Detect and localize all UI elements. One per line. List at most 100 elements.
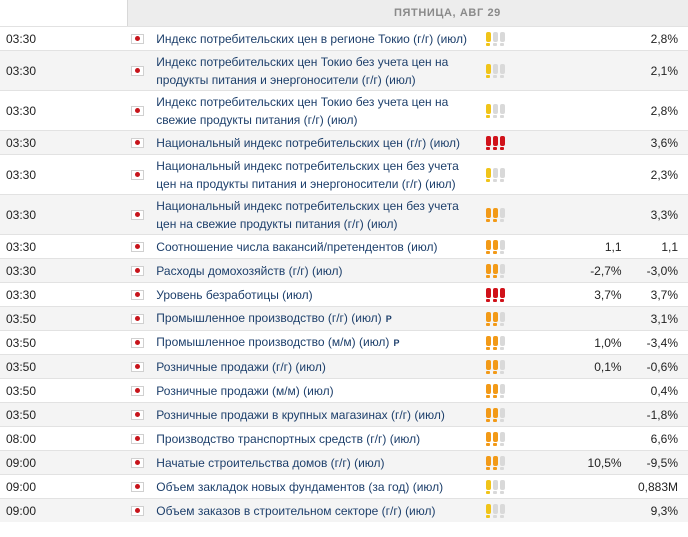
event-time: 03:30: [6, 207, 37, 222]
events-table: 03:30 Индекс потребительских цен в регион…: [0, 26, 688, 522]
previous-value: 0,883M: [637, 479, 678, 494]
japan-flag-icon: [130, 313, 144, 324]
event-time: 09:00: [6, 503, 37, 518]
importance-bang-icon: [485, 263, 491, 278]
table-row[interactable]: 09:00 Начатые строительства домов (г/г) (…: [0, 450, 688, 474]
event-name-cell[interactable]: Промышленное производство (г/г) (июл) P: [154, 309, 479, 328]
table-row[interactable]: 03:50 Розничные продажи (г/г) (июл) 0,1% -0…: [0, 354, 688, 378]
country-cell: [120, 169, 154, 180]
event-name[interactable]: Соотношение числа вакансий/претендентов …: [156, 240, 437, 254]
event-name[interactable]: Национальный индекс потребительских цен …: [156, 159, 458, 191]
event-time: 03:30: [6, 263, 37, 278]
event-name-cell[interactable]: Розничные продажи (г/г) (июл): [154, 358, 479, 376]
country-cell: [120, 457, 154, 468]
importance-bang-icon: [499, 383, 505, 398]
event-name[interactable]: Индекс потребительских цен Токио без уче…: [156, 55, 448, 87]
forecast-value: 1,0%: [594, 335, 622, 350]
table-row[interactable]: 03:30 Индекс потребительских цен в регион…: [0, 26, 688, 50]
event-name[interactable]: Начатые строительства домов (г/г) (июл): [156, 456, 384, 470]
event-name-cell[interactable]: Объем заказов в строительном секторе (г/…: [154, 502, 479, 520]
event-name[interactable]: Промышленное производство (м/м) (июл): [156, 335, 389, 349]
event-name-cell[interactable]: Национальный индекс потребительских цен …: [154, 134, 479, 152]
event-time: 03:50: [6, 383, 37, 398]
event-name[interactable]: Индекс потребительских цен в регионе Ток…: [156, 32, 467, 46]
previous-value: -0,6%: [646, 359, 678, 374]
importance-indicator: [480, 407, 517, 422]
event-name-cell[interactable]: Начатые строительства домов (г/г) (июл): [154, 454, 479, 472]
table-row[interactable]: 03:50 Промышленное производство (м/м) (ию…: [0, 330, 688, 354]
event-name-cell[interactable]: Объем закладок новых фундаментов (за год…: [154, 478, 479, 496]
importance-indicator: [480, 359, 517, 374]
event-time: 03:30: [6, 31, 37, 46]
previous-value: -9,5%: [646, 455, 678, 470]
event-name-cell[interactable]: Расходы домохозяйств (г/г) (июл): [154, 262, 479, 280]
event-name-cell[interactable]: Уровень безработицы (июл): [154, 286, 479, 304]
table-row[interactable]: 03:30 Национальный индекс потребительских…: [0, 130, 688, 154]
table-row[interactable]: 03:30 Уровень безработицы (июл) 3,7% 3,7%: [0, 282, 688, 306]
event-name-cell[interactable]: Промышленное производство (м/м) (июл) P: [154, 333, 479, 352]
importance-bang-icon: [485, 167, 491, 182]
event-name[interactable]: Производство транспортных средств (г/г) …: [156, 432, 420, 446]
event-name[interactable]: Уровень безработицы (июл): [156, 288, 312, 302]
event-name-cell[interactable]: Розничные продажи (м/м) (июл): [154, 382, 479, 400]
japan-flag-icon: [130, 137, 144, 148]
importance-bang-icon: [485, 311, 491, 326]
table-row[interactable]: 03:30 Индекс потребительских цен Токио бе…: [0, 90, 688, 130]
country-cell: [120, 361, 154, 372]
event-name[interactable]: Расходы домохозяйств (г/г) (июл): [156, 264, 342, 278]
importance-bang-icon: [492, 207, 498, 222]
country-cell: [120, 265, 154, 276]
table-row[interactable]: 08:00 Производство транспортных средств (…: [0, 426, 688, 450]
event-name[interactable]: Индекс потребительских цен Токио без уче…: [156, 95, 448, 127]
table-row[interactable]: 03:30 Расходы домохозяйств (г/г) (июл) -2,…: [0, 258, 688, 282]
country-cell: [120, 337, 154, 348]
japan-flag-icon: [130, 481, 144, 492]
event-name[interactable]: Розничные продажи (м/м) (июл): [156, 384, 333, 398]
table-row[interactable]: 03:30 Национальный индекс потребительских…: [0, 194, 688, 234]
importance-bang-icon: [485, 31, 491, 46]
importance-bang-icon: [485, 359, 491, 374]
table-row[interactable]: 03:30 Соотношение числа вакансий/претенде…: [0, 234, 688, 258]
importance-bang-icon: [492, 135, 498, 150]
country-cell: [120, 105, 154, 116]
importance-indicator: [480, 263, 517, 278]
previous-value: 2,3%: [650, 167, 678, 182]
table-row[interactable]: 03:30 Индекс потребительских цен Токио бе…: [0, 50, 688, 90]
event-name-cell[interactable]: Розничные продажи в крупных магазинах (г…: [154, 406, 479, 424]
importance-bang-icon: [499, 407, 505, 422]
previous-value: 3,7%: [650, 287, 678, 302]
event-name[interactable]: Национальный индекс потребительских цен …: [156, 199, 458, 231]
table-row[interactable]: 09:00 Объем закладок новых фундаментов (з…: [0, 474, 688, 498]
event-time: 08:00: [6, 431, 37, 446]
japan-flag-icon: [130, 169, 144, 180]
importance-bang-icon: [499, 359, 505, 374]
event-name-cell[interactable]: Индекс потребительских цен в регионе Ток…: [154, 30, 479, 48]
event-name[interactable]: Промышленное производство (г/г) (июл): [156, 311, 381, 325]
event-name[interactable]: Объем закладок новых фундаментов (за год…: [156, 480, 443, 494]
importance-bang-icon: [492, 31, 498, 46]
table-row[interactable]: 03:50 Розничные продажи (м/м) (июл) 0,4%: [0, 378, 688, 402]
table-row[interactable]: 03:50 Промышленное производство (г/г) (ию…: [0, 306, 688, 330]
event-name-cell[interactable]: Производство транспортных средств (г/г) …: [154, 430, 479, 448]
event-name[interactable]: Розничные продажи в крупных магазинах (г…: [156, 408, 445, 422]
table-row[interactable]: 03:30 Национальный индекс потребительских…: [0, 154, 688, 194]
japan-flag-icon: [130, 505, 144, 516]
japan-flag-icon: [130, 433, 144, 444]
event-name[interactable]: Национальный индекс потребительских цен …: [156, 136, 460, 150]
event-name-cell[interactable]: Национальный индекс потребительских цен …: [154, 197, 479, 233]
importance-bang-icon: [499, 239, 505, 254]
event-name-cell[interactable]: Индекс потребительских цен Токио без уче…: [154, 93, 479, 129]
importance-bang-icon: [499, 311, 505, 326]
importance-bang-icon: [499, 103, 505, 118]
event-name-cell[interactable]: Соотношение числа вакансий/претендентов …: [154, 238, 479, 256]
event-name-cell[interactable]: Индекс потребительских цен Токио без уче…: [154, 53, 479, 89]
previous-value: 0,4%: [650, 383, 678, 398]
table-row[interactable]: 03:50 Розничные продажи в крупных магазин…: [0, 402, 688, 426]
event-name[interactable]: Розничные продажи (г/г) (июл): [156, 360, 326, 374]
previous-value: -3,0%: [646, 263, 678, 278]
event-name[interactable]: Объем заказов в строительном секторе (г/…: [156, 504, 435, 518]
table-row[interactable]: 09:00 Объем заказов в строительном сектор…: [0, 498, 688, 522]
japan-flag-icon: [130, 361, 144, 372]
event-name-cell[interactable]: Национальный индекс потребительских цен …: [154, 157, 479, 193]
importance-bang-icon: [485, 207, 491, 222]
